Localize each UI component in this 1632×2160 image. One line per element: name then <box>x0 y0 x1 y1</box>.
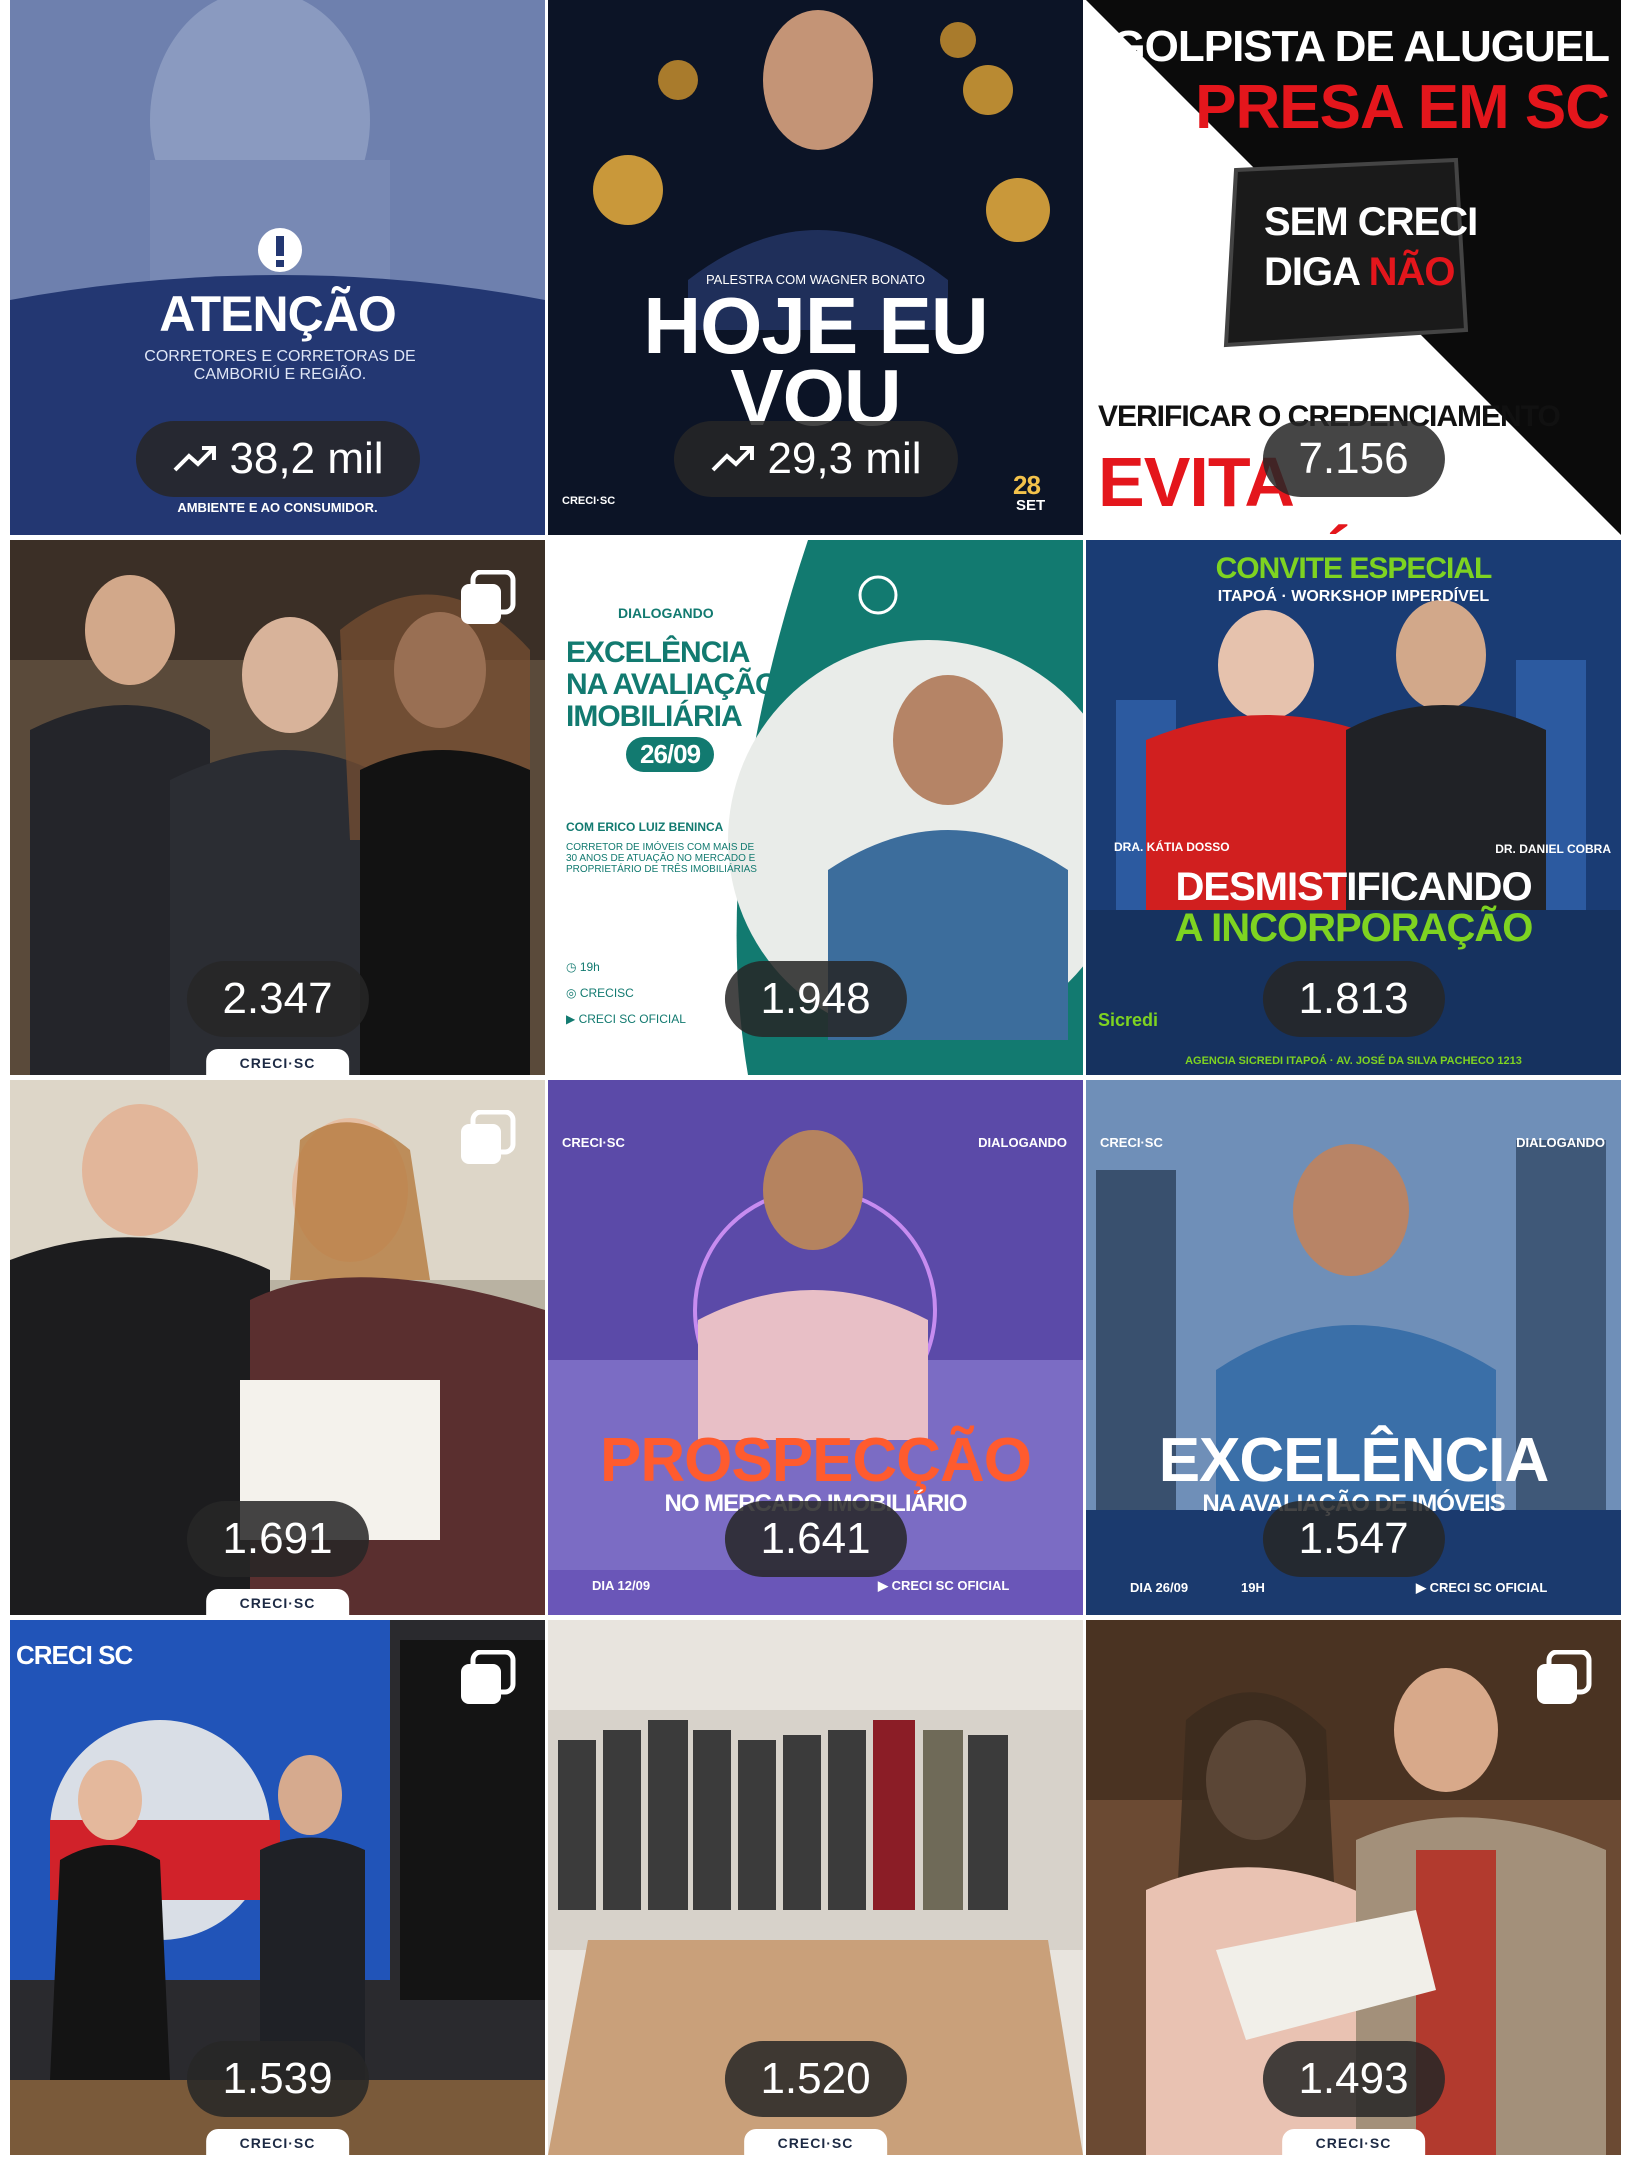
view-count: 1.520 <box>760 2054 871 2103</box>
view-count: 2.347 <box>222 974 333 1023</box>
reel-3-stamp2-nao: NÃO <box>1368 250 1456 294</box>
reel-2-heading: HOJE EU VOU <box>643 281 988 442</box>
carousel-icon <box>461 1650 516 1704</box>
trending-up-icon <box>711 446 754 472</box>
reel-6-title1: DESMISTIFICANDO <box>1175 865 1532 909</box>
reel-3-stamp1: SEM CRECI <box>1264 200 1478 244</box>
view-count-badge: 2.347 <box>186 961 369 1037</box>
reel-tile-12[interactable]: CRECI·SC 1.493 <box>1086 1620 1621 2155</box>
reel-1-heading: ATENÇÃO <box>159 286 397 342</box>
reel-5-desc: CORRETOR DE IMÓVEIS COM MAIS DE 30 ANOS … <box>566 842 757 875</box>
reel-5-heading1: EXCELÊNCIA <box>566 636 750 669</box>
view-count-badge: 1.641 <box>724 1501 907 1577</box>
view-count: 1.539 <box>222 2054 333 2103</box>
view-count-badge: 29,3 mil <box>673 421 958 497</box>
view-count-badge: 1.493 <box>1262 2041 1445 2117</box>
reel-5-logo: DIALOGANDO <box>618 605 714 621</box>
reel-8-title1: PROSPECÇÃO <box>600 1426 1032 1495</box>
creci-sc-tag: CRECI·SC <box>205 1049 350 1075</box>
reel-5-youtube: ▶ CRECI SC OFICIAL <box>566 1012 686 1026</box>
reel-6-title2: A INCORPORAÇÃO <box>1174 906 1534 950</box>
reel-5-heading2: NA AVALIAÇÃO <box>566 668 778 701</box>
reel-tile-4[interactable]: CRECI·SC 2.347 <box>10 540 545 1075</box>
reel-6-top2: ITAPOÁ · WORKSHOP IMPERDÍVEL <box>1217 588 1490 605</box>
creci-sc-tag: CRECI·SC <box>205 1589 350 1615</box>
reel-8-logo1: CRECI·SC <box>562 1135 625 1150</box>
reel-9-time: 19H <box>1241 1580 1265 1595</box>
view-count-badge: 1.547 <box>1262 1501 1445 1577</box>
reel-6-top1: CONVITE ESPECIAL <box>1215 552 1493 585</box>
view-count: 1.813 <box>1298 974 1409 1023</box>
reel-5-heading3: IMOBILIÁRIA <box>566 700 743 733</box>
reel-5-date: 26/09 <box>626 737 715 772</box>
reels-grid: ATENÇÃO CORRETORES E CORRETORAS DE CAMBO… <box>10 0 1622 2160</box>
reel-tile-1[interactable]: ATENÇÃO CORRETORES E CORRETORAS DE CAMBO… <box>10 0 545 535</box>
view-count-badge: 1.948 <box>724 961 907 1037</box>
view-count-badge: 7.156 <box>1262 421 1445 497</box>
reel-tile-10[interactable]: CRECI SC CRECI·SC 1.539 <box>10 1620 545 2155</box>
reel-tile-6[interactable]: CONVITE ESPECIAL ITAPOÁ · WORKSHOP IMPER… <box>1086 540 1621 1075</box>
reel-tile-11[interactable]: CRECI·SC 1.520 <box>548 1620 1083 2155</box>
reel-tile-7[interactable]: CRECI·SC 1.691 <box>10 1080 545 1615</box>
reel-6-address: AGENCIA SICREDI ITAPOÁ · AV. JOSÉ DA SIL… <box>1185 1055 1522 1067</box>
reel-9-logo1: CRECI·SC <box>1100 1135 1163 1150</box>
view-count-badge: 1.813 <box>1262 961 1445 1037</box>
view-count: 1.691 <box>222 1514 333 1563</box>
reel-6-name2: DR. DANIEL COBRA <box>1495 842 1611 856</box>
reel-tile-2[interactable]: PALESTRA COM WAGNER BONATO HOJE EU VOU C… <box>548 0 1083 535</box>
view-count-badge: 1.539 <box>186 2041 369 2117</box>
reel-8-youtube-text: CRECI SC OFICIAL <box>891 1578 1010 1593</box>
reel-9-youtube: ▶ CRECI SC OFICIAL <box>1416 1580 1548 1595</box>
reel-8-logo2: DIALOGANDO <box>978 1135 1067 1150</box>
view-count: 1.547 <box>1298 1514 1409 1563</box>
reel-3-line1: GOLPISTA DE ALUGUEL <box>1111 22 1610 71</box>
reel-8-youtube: ▶ CRECI SC OFICIAL <box>878 1578 1010 1593</box>
reel-1-footer: AMBIENTE E AO CONSUMIDOR. <box>177 500 378 515</box>
reel-tile-8[interactable]: CRECI·SC DIALOGANDO PROSPECÇÃO NO MERCAD… <box>548 1080 1083 1615</box>
reel-8-date: DIA 12/09 <box>592 1578 651 1593</box>
reel-5-insta: ◎ CRECISC <box>566 986 634 1000</box>
creci-sc-tag: CRECI·SC <box>743 2129 888 2155</box>
view-count: 1.493 <box>1298 2054 1409 2103</box>
reel-5-insta-text: CRECISC <box>579 986 634 1000</box>
reel-9-date: DIA 26/09 <box>1130 1580 1189 1595</box>
reel-tile-9[interactable]: CRECI·SC DIALOGANDO EXCELÊNCIA NA AVALIA… <box>1086 1080 1621 1615</box>
reel-6-name1: DRA. KÁTIA DOSSO <box>1114 840 1230 854</box>
reel-tile-5[interactable]: DIALOGANDO EXCELÊNCIA NA AVALIAÇÃO IMOBI… <box>548 540 1083 1075</box>
view-count: 7.156 <box>1298 434 1409 483</box>
carousel-icon <box>461 570 516 624</box>
creci-sc-tag: CRECI·SC <box>205 2129 350 2155</box>
carousel-icon <box>1537 1650 1592 1704</box>
view-count-badge: 38,2 mil <box>135 421 420 497</box>
reel-3-stamp2: DIGA NÃO <box>1264 250 1456 295</box>
reel-5-time-text: 19h <box>579 960 600 974</box>
reel-1-subtitle: CORRETORES E CORRETORAS DE CAMBORIÚ E RE… <box>144 348 416 383</box>
reel-10-banner: CRECI SC <box>16 1640 133 1670</box>
view-count-badge: 1.691 <box>186 1501 369 1577</box>
view-count: 1.948 <box>760 974 871 1023</box>
carousel-icon <box>461 1110 516 1164</box>
trending-up-icon <box>173 446 216 472</box>
reel-9-title1: EXCELÊNCIA <box>1158 1426 1550 1495</box>
creci-sc-tag: CRECI·SC <box>1281 2129 1426 2155</box>
reel-3-line2: PRESA EM SC <box>1195 73 1610 142</box>
reel-5-youtube-text: CRECI SC OFICIAL <box>578 1012 686 1026</box>
view-count-badge: 1.520 <box>724 2041 907 2117</box>
reel-5-time: ◷ 19h <box>566 960 600 974</box>
view-count: 1.641 <box>760 1514 871 1563</box>
reel-tile-3[interactable]: GOLPISTA DE ALUGUEL PRESA EM SC SEM CREC… <box>1086 0 1621 535</box>
reel-9-youtube-text: CRECI SC OFICIAL <box>1429 1580 1548 1595</box>
view-count: 29,3 mil <box>767 434 922 483</box>
reel-9-logo2: DIALOGANDO <box>1516 1135 1605 1150</box>
reel-3-stamp2-diga: DIGA <box>1264 250 1360 294</box>
reel-6-sponsor: Sicredi <box>1098 1010 1159 1030</box>
reel-2-logo: CRECI·SC <box>562 495 616 507</box>
view-count: 38,2 mil <box>229 434 384 483</box>
reel-2-date-month: SET <box>1016 497 1046 514</box>
reel-5-with: COM ERICO LUIZ BENINCA <box>566 820 724 834</box>
